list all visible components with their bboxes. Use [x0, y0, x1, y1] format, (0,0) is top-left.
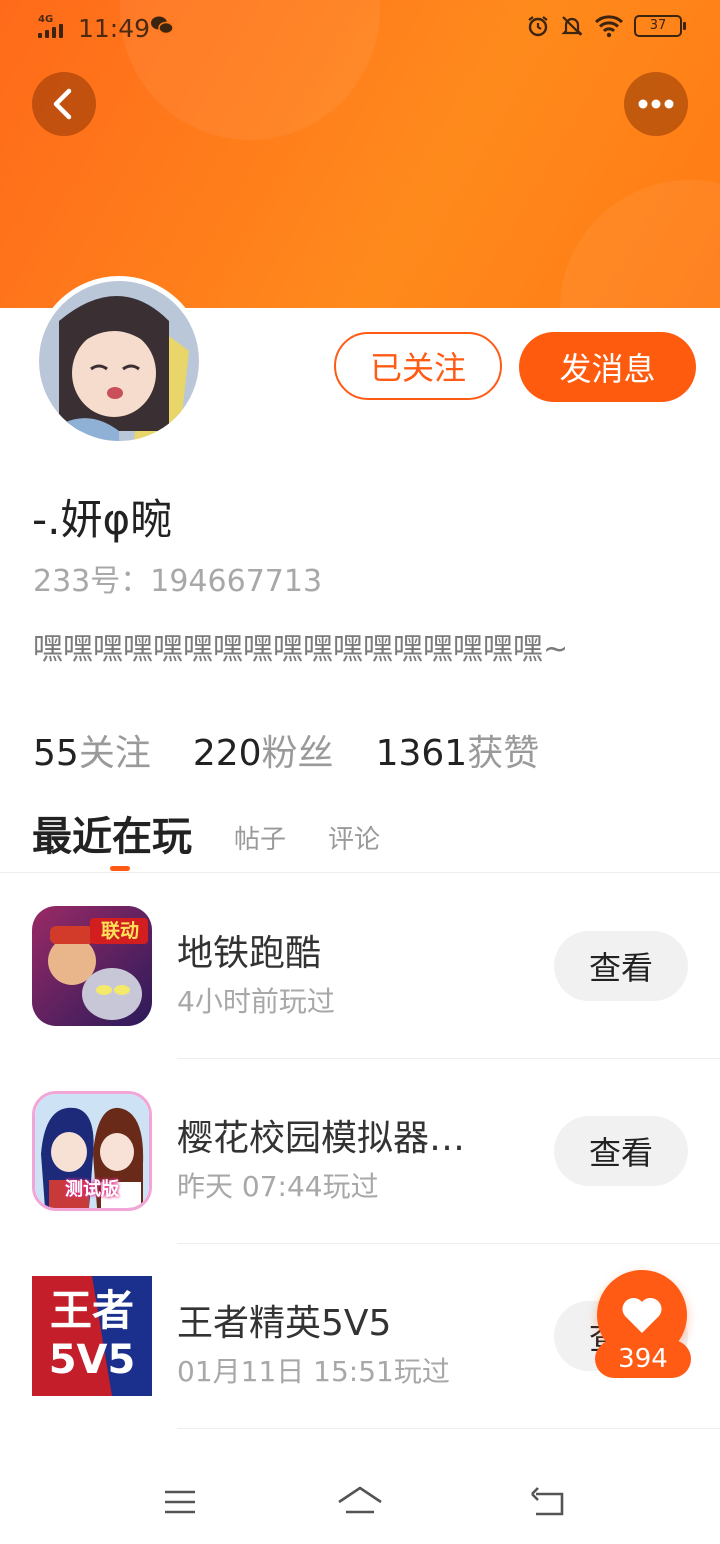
user-bio: 嘿嘿嘿嘿嘿嘿嘿嘿嘿嘿嘿嘿嘿嘿嘿嘿嘿~	[33, 632, 569, 667]
last-played: 昨天 07:44玩过	[177, 1170, 379, 1203]
profile-stats: 55关注 220粉丝 1361获赞	[33, 724, 539, 776]
status-time: 11:49	[78, 14, 151, 43]
followed-button[interactable]: 已关注	[334, 332, 502, 400]
game-icon: 联动	[32, 906, 152, 1026]
tab-comments[interactable]: 评论	[328, 819, 380, 862]
game-icon: 测试版	[32, 1091, 152, 1211]
view-button[interactable]: 查看	[554, 931, 688, 1001]
tab-recently-played[interactable]: 最近在玩	[32, 804, 192, 862]
profile-header: 4G 11:49 37	[0, 0, 720, 308]
game-title: 樱花校园模拟器…	[177, 1118, 466, 1159]
divider	[0, 872, 720, 873]
profile-tabs: 最近在玩 帖子 评论	[32, 804, 380, 871]
back-button[interactable]	[32, 72, 96, 136]
stat-number: 55	[33, 733, 79, 774]
system-nav-bar	[0, 1460, 720, 1544]
mute-bell-icon	[561, 16, 583, 36]
stat-number: 1361	[375, 733, 468, 774]
stat-following[interactable]: 55关注	[33, 724, 151, 776]
view-button[interactable]: 查看	[554, 1116, 688, 1186]
menu-icon[interactable]	[160, 1482, 200, 1522]
stat-label: 粉丝	[261, 733, 334, 774]
divider	[177, 1058, 720, 1059]
chevron-left-icon	[53, 88, 72, 120]
signal-icon	[38, 24, 70, 38]
stat-followers[interactable]: 220粉丝	[193, 724, 334, 776]
stat-label: 关注	[78, 733, 151, 774]
wifi-icon	[594, 15, 624, 38]
list-item[interactable]: 测试版 樱花校园模拟器… 昨天 07:44玩过 查看	[0, 1091, 720, 1276]
last-played: 4小时前玩过	[177, 985, 335, 1018]
stat-label: 获赞	[467, 733, 540, 774]
send-message-button[interactable]: 发消息	[519, 332, 696, 402]
user-id: 233号：194667713	[33, 564, 323, 599]
username: -.妍φ晼	[32, 495, 173, 544]
game-icon: 王者 5V5	[32, 1276, 152, 1396]
more-button[interactable]	[624, 72, 688, 136]
avatar-image	[39, 281, 199, 441]
last-played: 01月11日 15:51玩过	[177, 1355, 450, 1388]
more-horizontal-icon	[638, 99, 674, 109]
game-icon-subtitle: 5V5	[48, 1337, 136, 1383]
game-title: 王者精英5V5	[177, 1303, 392, 1344]
game-icon-title: 王者	[49, 1286, 134, 1335]
wechat-icon	[151, 16, 174, 35]
game-title: 地铁跑酷	[177, 933, 322, 974]
alarm-icon	[528, 16, 548, 37]
back-icon[interactable]	[528, 1482, 568, 1522]
tab-posts[interactable]: 帖子	[234, 819, 286, 862]
like-count: 394	[595, 1340, 691, 1378]
stat-number: 220	[192, 733, 262, 774]
game-icon-badge: 测试版	[65, 1179, 119, 1200]
divider	[177, 1428, 720, 1429]
game-icon-badge: 联动	[100, 920, 139, 942]
divider	[177, 1243, 720, 1244]
header-decoration	[560, 180, 720, 308]
battery-icon: 37	[634, 15, 686, 37]
stat-likes[interactable]: 1361获赞	[376, 724, 540, 776]
home-icon[interactable]	[336, 1482, 384, 1522]
avatar[interactable]	[34, 276, 204, 446]
tab-indicator	[110, 866, 130, 871]
status-bar: 4G 11:49 37	[0, 0, 720, 56]
list-item[interactable]: 联动 地铁跑酷 4小时前玩过 查看	[0, 906, 720, 1091]
